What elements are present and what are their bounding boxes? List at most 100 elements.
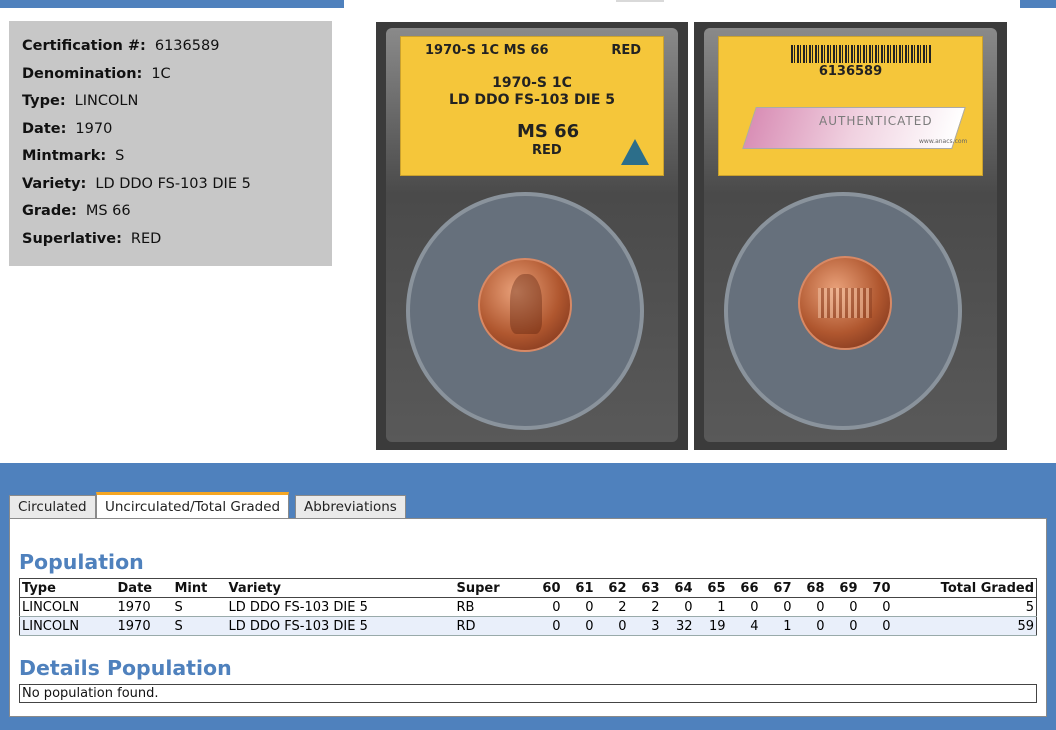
- cert-row-variety: Variety: LD DDO FS-103 DIE 5: [22, 176, 251, 192]
- cert-value: 6136589: [154, 38, 220, 54]
- table-cell: LINCOLN: [22, 618, 80, 634]
- column-header: 64: [674, 580, 693, 596]
- tab-circulated[interactable]: Circulated: [9, 495, 96, 518]
- table-cell: 0: [816, 599, 825, 615]
- column-header: 70: [872, 580, 891, 596]
- label-grade: MS 66: [517, 121, 580, 142]
- cert-value: S: [115, 148, 125, 164]
- table-cell: 1: [783, 618, 792, 634]
- cert-row-mintmark: Mintmark: S: [22, 148, 124, 164]
- table-cell: RD: [456, 618, 476, 634]
- table-cell: 2: [651, 599, 660, 615]
- column-header: 65: [707, 580, 726, 596]
- cert-label: Type:: [22, 93, 66, 109]
- table-cell: 0: [552, 618, 561, 634]
- label-line-3: LD DDO FS-103 DIE 5: [449, 92, 615, 108]
- column-header: 60: [542, 580, 561, 596]
- column-header: Type: [22, 580, 56, 596]
- table-cell: 4: [750, 618, 759, 634]
- table-cell: 0: [552, 599, 561, 615]
- table-cell: 59: [1017, 618, 1034, 634]
- table-cell: 0: [849, 618, 858, 634]
- table-cell: 0: [882, 599, 891, 615]
- coin-reverse: [798, 256, 892, 350]
- table-cell: 0: [684, 599, 693, 615]
- table-cell: 1970: [117, 599, 151, 615]
- cert-value: RED: [130, 231, 162, 247]
- column-header: Date: [117, 580, 153, 596]
- table-cell: 5: [1025, 599, 1034, 615]
- table-cell: 0: [618, 618, 627, 634]
- cert-value: MS 66: [85, 203, 131, 219]
- cert-label: Mintmark:: [22, 148, 107, 164]
- details-population-heading: Details Population: [19, 656, 232, 680]
- table-cell: S: [174, 599, 183, 615]
- column-header: 67: [773, 580, 792, 596]
- cert-row-denomination: Denomination: 1C: [22, 66, 171, 82]
- label-top-right: RED: [611, 43, 641, 58]
- table-cell: 0: [882, 618, 891, 634]
- table-cell: 32: [675, 618, 693, 634]
- table-cell: 1: [717, 599, 726, 615]
- table-cell: 2: [618, 599, 627, 615]
- cert-label: Variety:: [22, 176, 87, 192]
- column-header: Mint: [174, 580, 208, 596]
- label-designation: RED: [532, 143, 562, 158]
- table-cell: 0: [783, 599, 792, 615]
- table-cell: RB: [456, 599, 475, 615]
- table-row: LINCOLN 1970 S LD DDO FS-103 DIE 5 RD 0 …: [19, 616, 1037, 636]
- label-line-2: 1970-S 1C: [492, 75, 572, 91]
- column-header: 63: [641, 580, 660, 596]
- cert-label: Denomination:: [22, 66, 143, 82]
- cert-value: 1C: [151, 66, 171, 82]
- tab-abbreviations[interactable]: Abbreviations: [295, 495, 406, 518]
- barcode: [791, 45, 931, 63]
- table-cell: LINCOLN: [22, 599, 80, 615]
- table-cell: 19: [708, 618, 726, 634]
- column-header: 61: [575, 580, 594, 596]
- table-cell: 0: [849, 599, 858, 615]
- cert-row-date: Date: 1970: [22, 121, 112, 137]
- column-header: Variety: [228, 580, 282, 596]
- population-heading: Population: [19, 550, 144, 574]
- tab-uncirculated-total-graded[interactable]: Uncirculated/Total Graded: [96, 492, 290, 519]
- slab-front-image[interactable]: 1970-S 1C MS 66 RED 1970-S 1C LD DDO FS-…: [376, 22, 688, 450]
- table-cell: 0: [585, 599, 594, 615]
- label-top-left: 1970-S 1C MS 66: [425, 43, 549, 58]
- slab-front-label: 1970-S 1C MS 66 RED 1970-S 1C LD DDO FS-…: [400, 36, 664, 176]
- population-header-row: Type Date Mint Variety Super 60 61 62 63…: [19, 579, 1037, 598]
- cert-value: 1970: [75, 121, 113, 137]
- table-cell: LD DDO FS-103 DIE 5: [228, 618, 368, 634]
- top-bar-tab: [616, 0, 664, 2]
- authenticated-text: AUTHENTICATED: [819, 114, 933, 128]
- cert-row-grade: Grade: MS 66: [22, 203, 131, 219]
- table-cell: 0: [585, 618, 594, 634]
- table-cell: 3: [651, 618, 660, 634]
- cert-value: LD DDO FS-103 DIE 5: [95, 176, 251, 192]
- back-cert-number: 6136589: [818, 64, 883, 79]
- cert-row-type: Type: LINCOLN: [22, 93, 138, 109]
- slab-back-image[interactable]: 6136589 AUTHENTICATED www.anacs.com: [694, 22, 1007, 450]
- table-cell: LD DDO FS-103 DIE 5: [228, 599, 368, 615]
- certificate-info-box: Certification #: 6136589 Denomination: 1C …: [9, 21, 332, 266]
- table-cell: S: [174, 618, 183, 634]
- table-cell: 1970: [117, 618, 151, 634]
- coin-obverse: [478, 258, 572, 352]
- column-header: Total Graded: [940, 580, 1034, 596]
- column-header: 66: [740, 580, 759, 596]
- cert-row-certification: Certification #: 6136589: [22, 38, 219, 54]
- cert-label: Date:: [22, 121, 67, 137]
- table-cell: 0: [750, 599, 759, 615]
- top-bar-gap: [344, 0, 1020, 8]
- details-population-empty: No population found.: [19, 684, 1037, 703]
- lincoln-portrait: [510, 274, 542, 334]
- cert-label: Grade:: [22, 203, 77, 219]
- cert-row-superlative: Superlative: RED: [22, 231, 161, 247]
- anacs-url: www.anacs.com: [919, 138, 968, 145]
- table-cell: 0: [816, 618, 825, 634]
- population-table: Type Date Mint Variety Super 60 61 62 63…: [19, 578, 1037, 636]
- table-row: LINCOLN 1970 S LD DDO FS-103 DIE 5 RB 0 …: [19, 598, 1037, 617]
- cert-label: Superlative:: [22, 231, 122, 247]
- column-header: Super: [456, 580, 500, 596]
- column-header: 69: [839, 580, 858, 596]
